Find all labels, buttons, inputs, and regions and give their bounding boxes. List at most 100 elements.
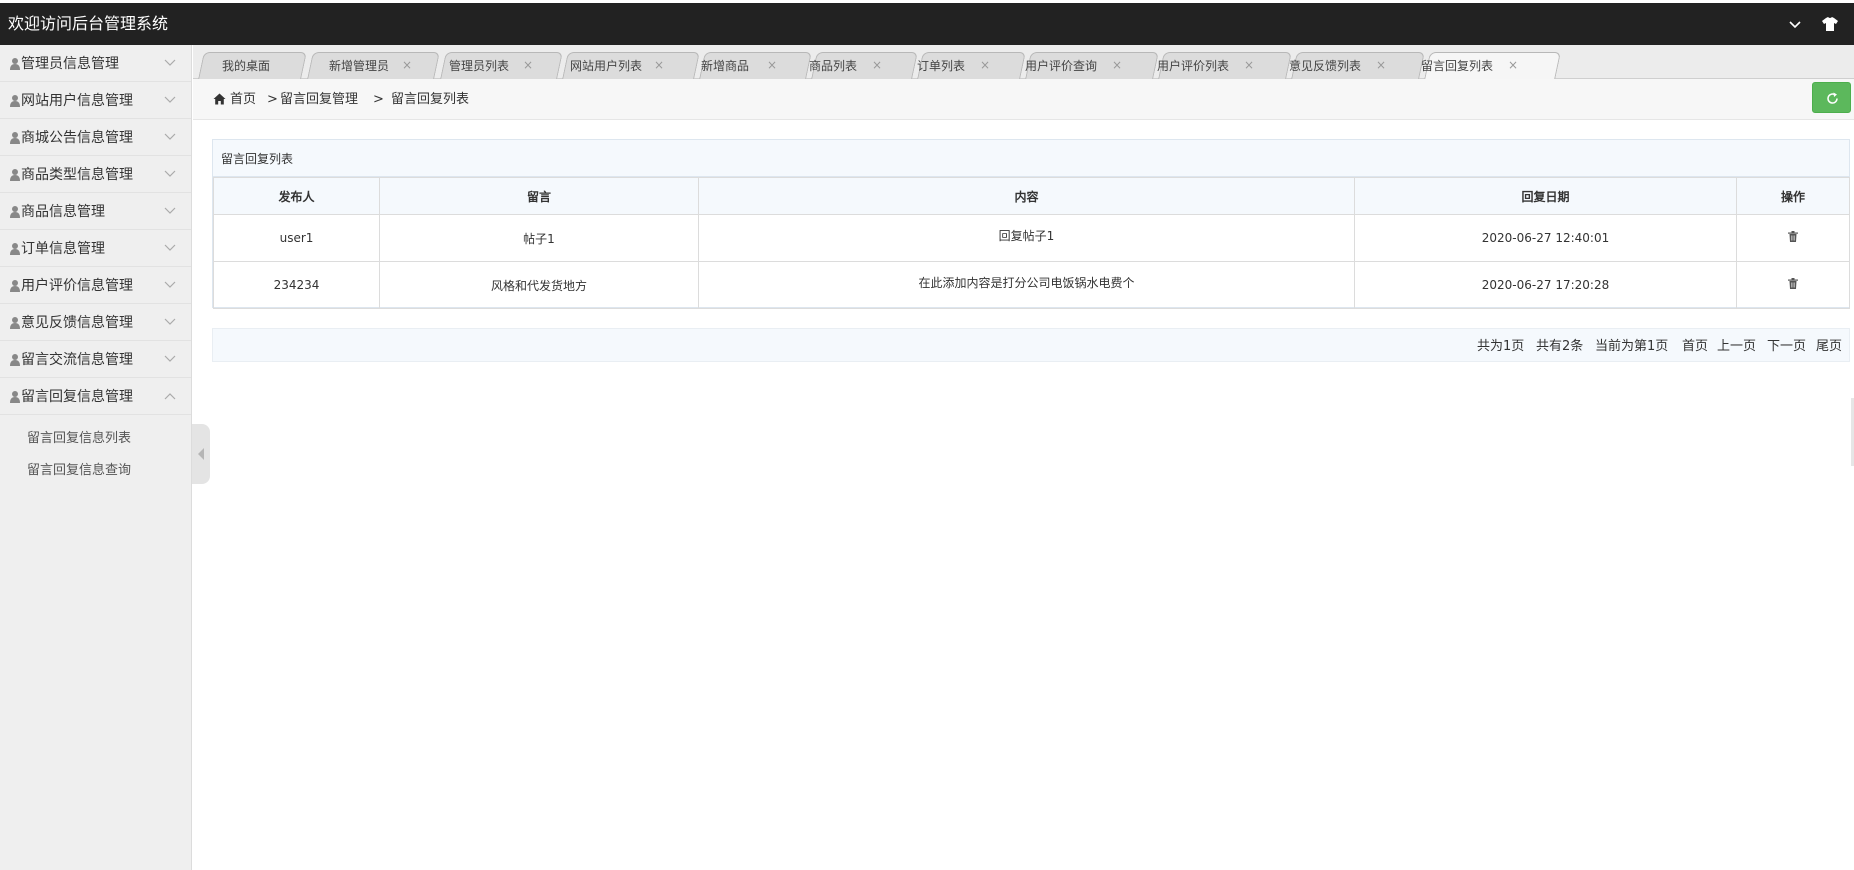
sidebar-item-label: 管理员信息管理 [21, 56, 119, 72]
sidebar-item-label: 订单信息管理 [21, 241, 105, 257]
collapse-arrow-icon [198, 448, 204, 460]
cell-message: 风格和代发货地方 [379, 261, 699, 309]
sidebar-item-label: 商城公告信息管理 [21, 130, 133, 146]
sidebar-item-product-types[interactable]: 商品类型信息管理 [0, 156, 191, 193]
tab-close-icon[interactable]: × [767, 58, 777, 72]
cell-date: 2020-06-27 17:20:28 [1354, 261, 1737, 309]
sidebar-item-label: 意见反馈信息管理 [21, 315, 133, 331]
sidebar: 管理员信息管理 网站用户信息管理 商城公告信息管理 商品类型信息管理 商品信息管… [0, 45, 192, 870]
cell-actions [1736, 261, 1850, 309]
app-title: 欢迎访问后台管理系统 [8, 14, 169, 33]
table-row: 234234 风格和代发货地方 在此添加内容是打分公司电饭锅水电费个 2020-… [213, 261, 1850, 309]
home-icon [213, 93, 226, 105]
tab-close-icon[interactable]: × [402, 58, 412, 72]
tab-close-icon[interactable]: × [872, 58, 882, 72]
tab-close-icon[interactable]: × [1112, 58, 1122, 72]
chevron-down-icon[interactable] [1786, 15, 1804, 33]
refresh-button[interactable] [1812, 82, 1851, 113]
sidebar-item-reviews[interactable]: 用户评价信息管理 [0, 267, 191, 304]
user-icon [10, 391, 20, 403]
user-icon [10, 354, 20, 366]
pager-first-link[interactable]: 首页 [1682, 338, 1708, 355]
trash-icon[interactable] [1788, 231, 1798, 242]
cell-actions [1736, 214, 1850, 262]
sidebar-item-label: 商品信息管理 [21, 204, 105, 220]
tab-label[interactable]: 用户评价列表 [1157, 58, 1229, 74]
tab-label[interactable]: 用户评价查询 [1025, 58, 1097, 74]
submenu-item-reply-search[interactable]: 留言回复信息查询 [0, 455, 191, 487]
user-icon [10, 317, 20, 329]
sidebar-item-label: 网站用户信息管理 [21, 93, 133, 109]
pager-total-pages: 共为1页 [1477, 339, 1525, 354]
refresh-icon [1827, 92, 1838, 104]
user-icon [10, 169, 20, 181]
tab-label[interactable]: 意见反馈列表 [1289, 58, 1361, 74]
tab-close-icon[interactable]: × [1376, 58, 1386, 72]
tab-bar: 我的桌面 新增管理员 × 管理员列表 × 网站用户列表 × 新增商品 × 商品列… [193, 45, 1854, 80]
user-icon [10, 243, 20, 255]
sidebar-item-admin[interactable]: 管理员信息管理 [0, 45, 191, 82]
sidebar-item-feedback[interactable]: 意见反馈信息管理 [0, 304, 191, 341]
column-header-content: 内容 [698, 177, 1355, 215]
pager-current: 当前为第1页 [1595, 339, 1669, 354]
chevron-down-icon [164, 59, 176, 66]
tab-label[interactable]: 商品列表 [809, 58, 857, 74]
breadcrumb-separator: > [267, 92, 278, 107]
chevron-up-icon [164, 393, 176, 400]
sidebar-item-orders[interactable]: 订单信息管理 [0, 230, 191, 267]
user-icon [10, 58, 20, 70]
chevron-down-icon [164, 355, 176, 362]
sidebar-item-label: 用户评价信息管理 [21, 278, 133, 294]
chevron-down-icon [164, 133, 176, 140]
submenu-item-reply-list[interactable]: 留言回复信息列表 [0, 423, 191, 455]
trash-icon[interactable] [1788, 278, 1798, 289]
sidebar-item-products[interactable]: 商品信息管理 [0, 193, 191, 230]
tab-label[interactable]: 新增商品 [701, 58, 749, 74]
breadcrumb-separator: > [373, 92, 384, 107]
chevron-down-icon [164, 318, 176, 325]
chevron-down-icon [164, 170, 176, 177]
user-icon [10, 206, 20, 218]
table-row: user1 帖子1 回复帖子1 2020-06-27 12:40:01 [213, 214, 1850, 262]
cell-date: 2020-06-27 12:40:01 [1354, 214, 1737, 262]
tab-close-icon[interactable]: × [980, 58, 990, 72]
tab-close-icon[interactable]: × [1508, 58, 1518, 72]
column-header-message: 留言 [379, 177, 699, 215]
pager-prev-link[interactable]: 上一页 [1717, 338, 1756, 355]
tab-label-active[interactable]: 留言回复列表 [1421, 58, 1493, 74]
sidebar-item-site-users[interactable]: 网站用户信息管理 [0, 82, 191, 119]
tab-close-icon[interactable]: × [523, 58, 533, 72]
top-bar: 欢迎访问后台管理系统 [0, 3, 1854, 45]
sidebar-item-replies[interactable]: 留言回复信息管理 [0, 378, 191, 415]
panel-title: 留言回复列表 [221, 152, 294, 166]
tab-label[interactable]: 网站用户列表 [570, 58, 642, 74]
column-header-author: 发布人 [213, 177, 380, 215]
tab-label[interactable]: 新增管理员 [329, 58, 389, 74]
chevron-down-icon [164, 244, 176, 251]
user-icon [10, 280, 20, 292]
tab-label[interactable]: 我的桌面 [222, 58, 270, 74]
reply-table: 发布人 留言 内容 回复日期 操作 user1 帖子1 回复帖子1 2020-0… [213, 177, 1850, 309]
tab-label[interactable]: 订单列表 [917, 58, 965, 74]
cell-content: 回复帖子1 [698, 214, 1355, 262]
pagination: 共为1页 共有2条 当前为第1页 首页 上一页 下一页 尾页 [212, 328, 1850, 362]
chevron-down-icon [164, 207, 176, 214]
reply-list-panel: 留言回复列表 发布人 留言 内容 回复日期 操作 user1 帖子1 回复帖子1… [212, 139, 1850, 309]
user-icon [10, 95, 20, 107]
sidebar-item-messages[interactable]: 留言交流信息管理 [0, 341, 191, 378]
tab-label[interactable]: 管理员列表 [449, 58, 509, 74]
tab-close-icon[interactable]: × [654, 58, 664, 72]
pager-last-link[interactable]: 尾页 [1816, 338, 1842, 355]
breadcrumb: 首页 > 留言回复管理 > 留言回复列表 [193, 79, 1854, 120]
breadcrumb-home[interactable]: 首页 [230, 91, 256, 108]
sidebar-item-announcements[interactable]: 商城公告信息管理 [0, 119, 191, 156]
sidebar-collapse-handle[interactable] [192, 424, 210, 484]
chevron-down-icon [164, 96, 176, 103]
breadcrumb-level2: 留言回复列表 [391, 92, 470, 107]
breadcrumb-level1[interactable]: 留言回复管理 [280, 91, 358, 108]
chevron-down-icon [164, 281, 176, 288]
submenu-replies: 留言回复信息列表 留言回复信息查询 [0, 415, 191, 487]
pager-next-link[interactable]: 下一页 [1767, 338, 1806, 355]
tshirt-icon[interactable] [1821, 15, 1839, 33]
tab-close-icon[interactable]: × [1244, 58, 1254, 72]
